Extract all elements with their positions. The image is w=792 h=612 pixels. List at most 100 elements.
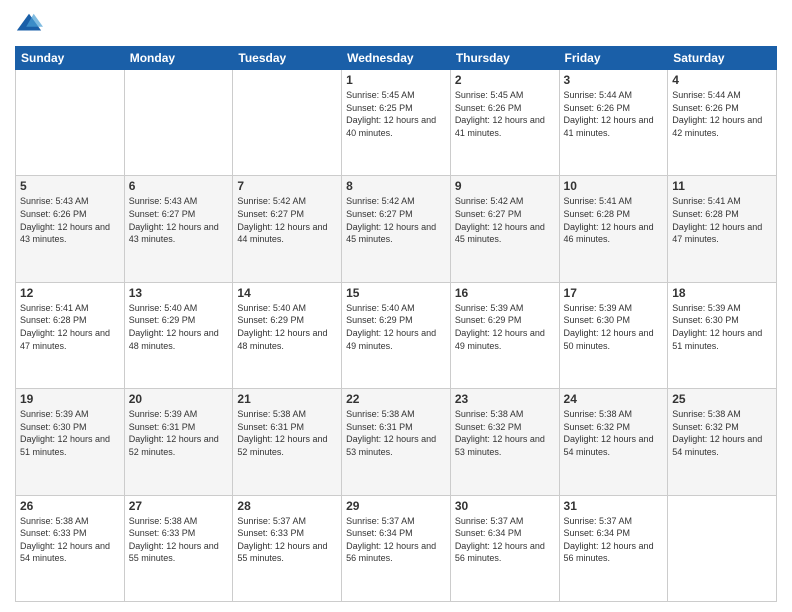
calendar-cell: 29 Sunrise: 5:37 AM Sunset: 6:34 PM Dayli…	[342, 495, 451, 601]
day-number: 21	[237, 392, 337, 406]
day-info: Sunrise: 5:41 AM Sunset: 6:28 PM Dayligh…	[20, 302, 120, 352]
calendar-cell: 27 Sunrise: 5:38 AM Sunset: 6:33 PM Dayli…	[124, 495, 233, 601]
weekday-header-saturday: Saturday	[668, 47, 777, 70]
calendar-cell: 21 Sunrise: 5:38 AM Sunset: 6:31 PM Dayli…	[233, 389, 342, 495]
logo	[15, 10, 47, 38]
day-number: 8	[346, 179, 446, 193]
weekday-header-friday: Friday	[559, 47, 668, 70]
day-number: 2	[455, 73, 555, 87]
calendar-cell: 6 Sunrise: 5:43 AM Sunset: 6:27 PM Daylig…	[124, 176, 233, 282]
calendar-cell: 5 Sunrise: 5:43 AM Sunset: 6:26 PM Daylig…	[16, 176, 125, 282]
day-info: Sunrise: 5:38 AM Sunset: 6:32 PM Dayligh…	[672, 408, 772, 458]
calendar-table: SundayMondayTuesdayWednesdayThursdayFrid…	[15, 46, 777, 602]
calendar-cell: 31 Sunrise: 5:37 AM Sunset: 6:34 PM Dayli…	[559, 495, 668, 601]
calendar-cell: 8 Sunrise: 5:42 AM Sunset: 6:27 PM Daylig…	[342, 176, 451, 282]
calendar-cell: 14 Sunrise: 5:40 AM Sunset: 6:29 PM Dayli…	[233, 282, 342, 388]
day-info: Sunrise: 5:38 AM Sunset: 6:31 PM Dayligh…	[346, 408, 446, 458]
day-info: Sunrise: 5:43 AM Sunset: 6:26 PM Dayligh…	[20, 195, 120, 245]
day-info: Sunrise: 5:38 AM Sunset: 6:31 PM Dayligh…	[237, 408, 337, 458]
week-row-3: 12 Sunrise: 5:41 AM Sunset: 6:28 PM Dayli…	[16, 282, 777, 388]
calendar-cell: 11 Sunrise: 5:41 AM Sunset: 6:28 PM Dayli…	[668, 176, 777, 282]
day-number: 25	[672, 392, 772, 406]
day-number: 7	[237, 179, 337, 193]
calendar-cell: 9 Sunrise: 5:42 AM Sunset: 6:27 PM Daylig…	[450, 176, 559, 282]
calendar-cell	[233, 70, 342, 176]
day-info: Sunrise: 5:43 AM Sunset: 6:27 PM Dayligh…	[129, 195, 229, 245]
calendar-cell: 16Sunrise: 5:39 AM Sunset: 6:29 PM Dayli…	[450, 282, 559, 388]
day-number: 30	[455, 499, 555, 513]
day-info: Sunrise: 5:40 AM Sunset: 6:29 PM Dayligh…	[237, 302, 337, 352]
day-info: Sunrise: 5:41 AM Sunset: 6:28 PM Dayligh…	[564, 195, 664, 245]
calendar-cell: 18 Sunrise: 5:39 AM Sunset: 6:30 PM Dayli…	[668, 282, 777, 388]
calendar-cell: 19 Sunrise: 5:39 AM Sunset: 6:30 PM Dayli…	[16, 389, 125, 495]
day-info: Sunrise: 5:42 AM Sunset: 6:27 PM Dayligh…	[237, 195, 337, 245]
calendar-cell: 25 Sunrise: 5:38 AM Sunset: 6:32 PM Dayli…	[668, 389, 777, 495]
calendar-cell	[16, 70, 125, 176]
day-info: Sunrise: 5:44 AM Sunset: 6:26 PM Dayligh…	[564, 89, 664, 139]
day-number: 10	[564, 179, 664, 193]
week-row-5: 26Sunrise: 5:38 AM Sunset: 6:33 PM Dayli…	[16, 495, 777, 601]
day-number: 12	[20, 286, 120, 300]
day-number: 17	[564, 286, 664, 300]
calendar-cell: 12 Sunrise: 5:41 AM Sunset: 6:28 PM Dayli…	[16, 282, 125, 388]
calendar-cell: 7 Sunrise: 5:42 AM Sunset: 6:27 PM Daylig…	[233, 176, 342, 282]
day-number: 5	[20, 179, 120, 193]
calendar-cell: 20Sunrise: 5:39 AM Sunset: 6:31 PM Dayli…	[124, 389, 233, 495]
calendar-cell: 28Sunrise: 5:37 AM Sunset: 6:33 PM Dayli…	[233, 495, 342, 601]
day-number: 14	[237, 286, 337, 300]
day-number: 29	[346, 499, 446, 513]
calendar-cell: 10 Sunrise: 5:41 AM Sunset: 6:28 PM Dayli…	[559, 176, 668, 282]
day-info: Sunrise: 5:41 AM Sunset: 6:28 PM Dayligh…	[672, 195, 772, 245]
weekday-header-thursday: Thursday	[450, 47, 559, 70]
day-info: Sunrise: 5:39 AM Sunset: 6:30 PM Dayligh…	[672, 302, 772, 352]
day-info: Sunrise: 5:37 AM Sunset: 6:34 PM Dayligh…	[564, 515, 664, 565]
calendar-cell: 26Sunrise: 5:38 AM Sunset: 6:33 PM Dayli…	[16, 495, 125, 601]
calendar-cell: 17 Sunrise: 5:39 AM Sunset: 6:30 PM Dayli…	[559, 282, 668, 388]
day-info: Sunrise: 5:38 AM Sunset: 6:33 PM Dayligh…	[129, 515, 229, 565]
day-info: Sunrise: 5:40 AM Sunset: 6:29 PM Dayligh…	[129, 302, 229, 352]
day-number: 18	[672, 286, 772, 300]
day-number: 11	[672, 179, 772, 193]
day-info: Sunrise: 5:38 AM Sunset: 6:33 PM Dayligh…	[20, 515, 120, 565]
weekday-header-wednesday: Wednesday	[342, 47, 451, 70]
day-info: Sunrise: 5:45 AM Sunset: 6:25 PM Dayligh…	[346, 89, 446, 139]
calendar-cell	[668, 495, 777, 601]
day-info: Sunrise: 5:42 AM Sunset: 6:27 PM Dayligh…	[455, 195, 555, 245]
day-info: Sunrise: 5:39 AM Sunset: 6:31 PM Dayligh…	[129, 408, 229, 458]
week-row-2: 5 Sunrise: 5:43 AM Sunset: 6:26 PM Daylig…	[16, 176, 777, 282]
day-info: Sunrise: 5:39 AM Sunset: 6:30 PM Dayligh…	[20, 408, 120, 458]
logo-icon	[15, 10, 43, 38]
header	[15, 10, 777, 38]
day-number: 27	[129, 499, 229, 513]
calendar-cell	[124, 70, 233, 176]
weekday-header-row: SundayMondayTuesdayWednesdayThursdayFrid…	[16, 47, 777, 70]
day-number: 23	[455, 392, 555, 406]
calendar-cell: 30 Sunrise: 5:37 AM Sunset: 6:34 PM Dayli…	[450, 495, 559, 601]
day-number: 4	[672, 73, 772, 87]
day-number: 24	[564, 392, 664, 406]
day-number: 6	[129, 179, 229, 193]
calendar-cell: 3 Sunrise: 5:44 AM Sunset: 6:26 PM Daylig…	[559, 70, 668, 176]
day-info: Sunrise: 5:39 AM Sunset: 6:30 PM Dayligh…	[564, 302, 664, 352]
day-info: Sunrise: 5:38 AM Sunset: 6:32 PM Dayligh…	[455, 408, 555, 458]
day-info: Sunrise: 5:45 AM Sunset: 6:26 PM Dayligh…	[455, 89, 555, 139]
day-number: 19	[20, 392, 120, 406]
week-row-1: 1Sunrise: 5:45 AM Sunset: 6:25 PM Daylig…	[16, 70, 777, 176]
page: SundayMondayTuesdayWednesdayThursdayFrid…	[0, 0, 792, 612]
day-number: 31	[564, 499, 664, 513]
day-number: 9	[455, 179, 555, 193]
weekday-header-monday: Monday	[124, 47, 233, 70]
day-number: 13	[129, 286, 229, 300]
day-number: 3	[564, 73, 664, 87]
day-info: Sunrise: 5:37 AM Sunset: 6:34 PM Dayligh…	[346, 515, 446, 565]
week-row-4: 19 Sunrise: 5:39 AM Sunset: 6:30 PM Dayli…	[16, 389, 777, 495]
calendar-cell: 24 Sunrise: 5:38 AM Sunset: 6:32 PM Dayli…	[559, 389, 668, 495]
day-info: Sunrise: 5:42 AM Sunset: 6:27 PM Dayligh…	[346, 195, 446, 245]
calendar-cell: 4Sunrise: 5:44 AM Sunset: 6:26 PM Daylig…	[668, 70, 777, 176]
day-info: Sunrise: 5:37 AM Sunset: 6:34 PM Dayligh…	[455, 515, 555, 565]
weekday-header-tuesday: Tuesday	[233, 47, 342, 70]
calendar-cell: 2 Sunrise: 5:45 AM Sunset: 6:26 PM Daylig…	[450, 70, 559, 176]
day-info: Sunrise: 5:38 AM Sunset: 6:32 PM Dayligh…	[564, 408, 664, 458]
day-info: Sunrise: 5:39 AM Sunset: 6:29 PM Dayligh…	[455, 302, 555, 352]
day-number: 15	[346, 286, 446, 300]
